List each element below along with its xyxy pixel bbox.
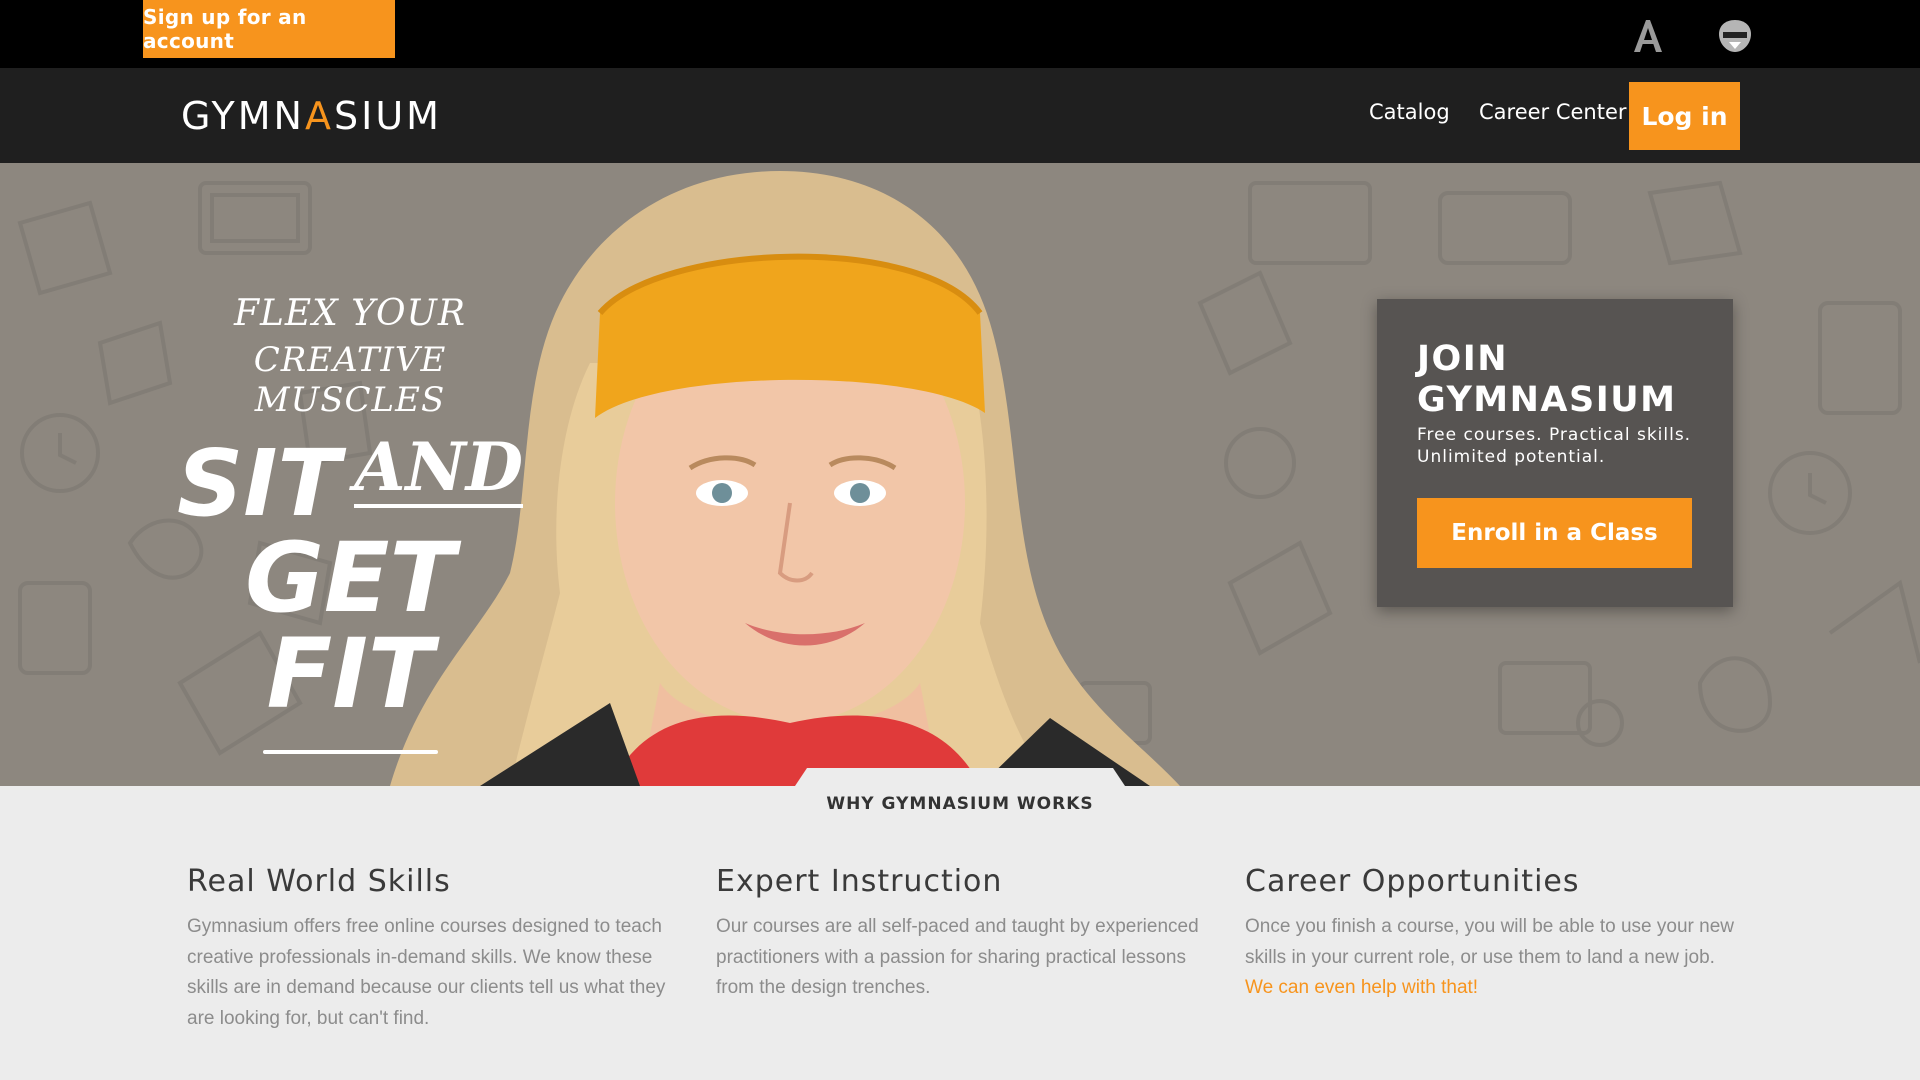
nav-catalog-link[interactable]: Catalog: [1369, 100, 1450, 124]
top-strip: Sign up for an account: [0, 0, 1920, 68]
login-button[interactable]: Log in: [1629, 82, 1740, 150]
join-panel: JOIN GYMNASIUM Free courses. Practical s…: [1377, 299, 1733, 607]
slogan-line-flex: FLEX YOUR: [234, 293, 466, 334]
enroll-button[interactable]: Enroll in a Class: [1417, 498, 1692, 568]
nav-career-center-link[interactable]: Career Center: [1479, 100, 1627, 124]
slogan-underline: [262, 750, 438, 754]
feature-column-skills: Real World Skills Gymnasium offers free …: [187, 864, 677, 1034]
career-help-link[interactable]: We can even help with that!: [1245, 977, 1478, 998]
slogan-and: AND: [354, 428, 524, 508]
feature-text-block: Once you finish a course, you will be ab…: [1245, 912, 1735, 1004]
vitamin-t-logo-icon[interactable]: [1715, 16, 1755, 56]
why-heading: WHY GYMNASIUM WORKS: [826, 794, 1094, 814]
join-subtitle: Free courses. Practical skills. Unlimite…: [1417, 425, 1692, 467]
main-nav: GYMNASIUM Catalog Career Center Log in: [0, 68, 1920, 163]
feature-column-career: Career Opportunities Once you finish a c…: [1245, 864, 1735, 1004]
gymnasium-logo[interactable]: GYMNASIUM: [181, 94, 442, 138]
feature-column-instruction: Expert Instruction Our courses are all s…: [716, 864, 1206, 1004]
logo-text-suffix: SIUM: [333, 94, 442, 138]
aquent-logo-icon[interactable]: [1628, 16, 1668, 56]
join-title: JOIN GYMNASIUM: [1417, 339, 1677, 420]
logo-accent-letter: A: [304, 94, 334, 138]
hero-banner: FLEX YOUR CREATIVE MUSCLES SIT AND GET F…: [0, 163, 1920, 786]
feature-text: Once you finish a course, you will be ab…: [1245, 916, 1734, 968]
slogan-get-fit: GET FIT: [245, 522, 455, 730]
slogan-line-creative: CREATIVE MUSCLES: [253, 340, 447, 420]
feature-text: Our courses are all self-paced and taugh…: [716, 916, 1199, 998]
slogan-sit-and: SIT AND: [176, 428, 524, 538]
feature-title: Real World Skills: [187, 864, 451, 899]
feature-text: Gymnasium offers free online courses des…: [187, 916, 666, 1029]
slogan-sit: SIT: [176, 430, 341, 538]
feature-title: Expert Instruction: [716, 864, 1003, 899]
signup-button[interactable]: Sign up for an account: [143, 0, 395, 58]
logo-text-prefix: GYMN: [181, 94, 305, 138]
feature-title: Career Opportunities: [1245, 864, 1580, 899]
hero-slogan: FLEX YOUR CREATIVE MUSCLES SIT AND GET F…: [176, 293, 524, 754]
